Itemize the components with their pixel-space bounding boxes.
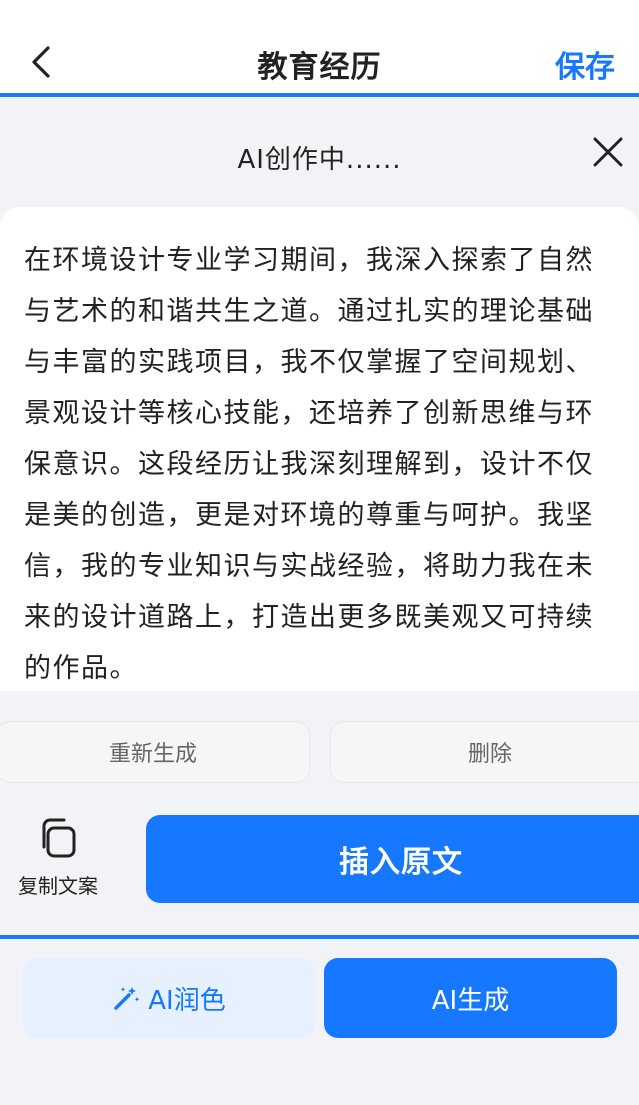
copy-text-label: 复制文案 [18, 874, 98, 898]
ai-polish-button[interactable]: AI润色 [23, 958, 315, 1038]
resume-education-page: 教育经历 保存 AI创作中...... 在环境设计专业学习期间，我深入探索了自然… [0, 0, 639, 1105]
magic-wand-icon [114, 987, 140, 1010]
bottom-divider [0, 935, 639, 939]
header-bar: 教育经历 保存 [0, 0, 639, 95]
ai-generate-button[interactable]: AI生成 [324, 958, 617, 1038]
copy-text-button[interactable]: 复制文案 [8, 812, 108, 902]
copy-icon [42, 818, 76, 858]
page-title: 教育经历 [257, 50, 382, 85]
header-divider [0, 93, 639, 97]
delete-button[interactable]: 删除 [330, 721, 639, 783]
ai-status-bar: AI创作中...... [0, 99, 639, 205]
ai-polish-label: AI润色 [148, 985, 226, 1016]
insert-original-button[interactable]: 插入原文 [146, 815, 639, 903]
ai-generated-text: 在环境设计专业学习期间，我深入探索了自然与艺术的和谐共生之道。通过扎实的理论基础… [24, 245, 594, 684]
ai-status-text: AI创作中...... [237, 145, 402, 175]
regenerate-button[interactable]: 重新生成 [0, 721, 310, 783]
ai-content-card: 在环境设计专业学习期间，我深入探索了自然与艺术的和谐共生之道。通过扎实的理论基础… [0, 207, 639, 691]
close-button[interactable] [591, 135, 625, 169]
close-icon [593, 137, 623, 167]
save-button[interactable]: 保存 [555, 42, 615, 86]
